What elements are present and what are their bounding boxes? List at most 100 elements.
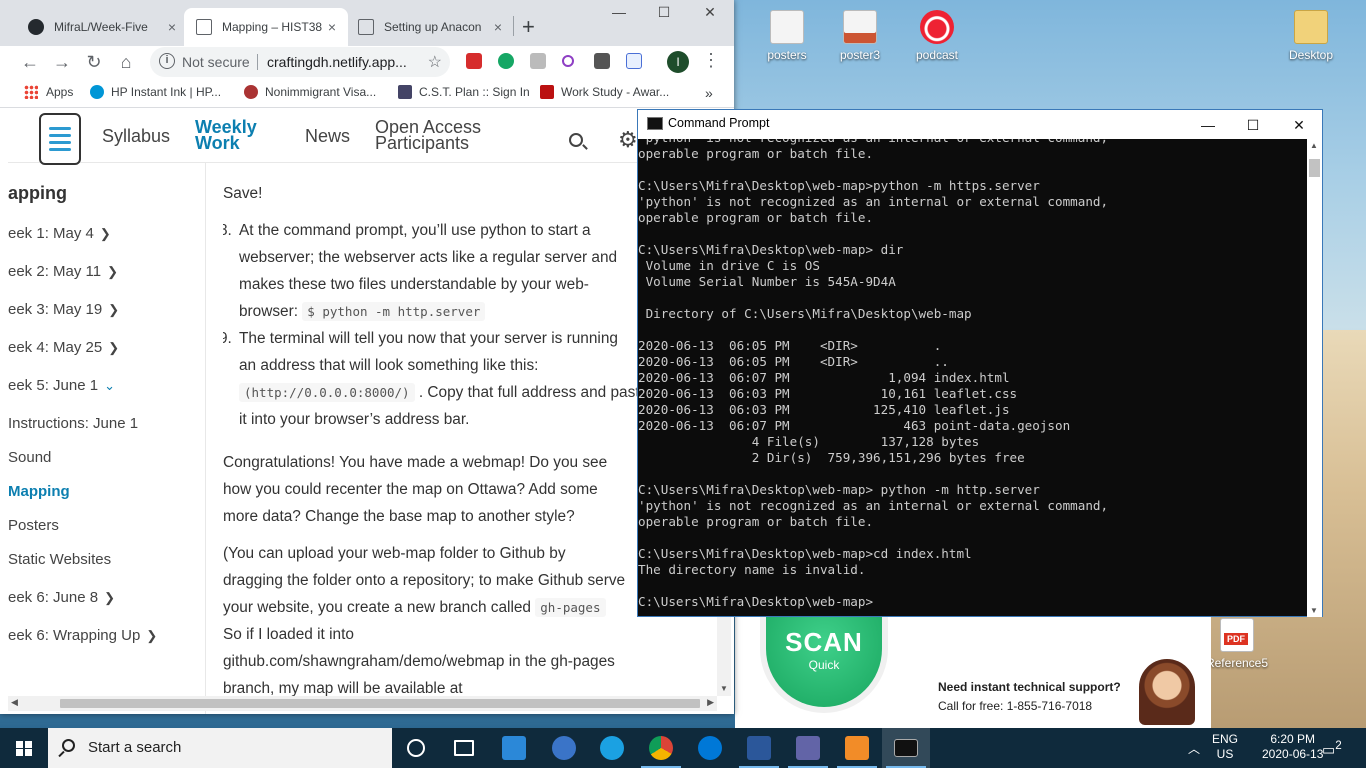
bookmark-label: HP Instant Ink | HP... bbox=[111, 85, 222, 99]
address-bar[interactable]: i Not secure craftingdh.netlify.app... ☆ bbox=[150, 47, 450, 77]
tab-anaconda[interactable]: Setting up Anacon × bbox=[346, 8, 514, 46]
step9-text: The terminal will tell you now that your… bbox=[239, 330, 618, 347]
minimize-button[interactable]: — bbox=[596, 4, 642, 30]
desktop-icon-posters[interactable]: posters bbox=[751, 10, 823, 62]
cmd-title-bar[interactable]: Command Prompt — ☐ ✕ bbox=[638, 110, 1322, 139]
chrome-app[interactable] bbox=[637, 728, 685, 768]
desktop-icon-poster3[interactable]: poster3 bbox=[824, 10, 896, 62]
close-icon[interactable]: × bbox=[168, 19, 176, 35]
scroll-down-arrow-icon[interactable]: ▼ bbox=[720, 684, 728, 693]
nav-news[interactable]: News bbox=[305, 126, 350, 147]
desktop-icon-desktop[interactable]: Desktop bbox=[1275, 10, 1347, 62]
sidebar-item-week1[interactable]: eek 1: May 4 ❯ bbox=[8, 225, 111, 242]
congrats-text: Congratulations! You have made a webmap!… bbox=[223, 454, 608, 471]
scroll-right-arrow-icon[interactable]: ▶ bbox=[707, 697, 714, 708]
url-text[interactable]: craftingdh.netlify.app... bbox=[267, 54, 417, 70]
sidebar-item-week2[interactable]: eek 2: May 11 ❯ bbox=[8, 263, 118, 280]
bookmarks-overflow-button[interactable]: » bbox=[705, 85, 713, 101]
sidebar-item-posters[interactable]: Posters bbox=[8, 517, 59, 534]
language-indicator[interactable]: ENG US bbox=[1212, 732, 1238, 762]
search-extension-icon[interactable] bbox=[562, 55, 574, 67]
horizontal-scroll-thumb[interactable] bbox=[60, 699, 700, 708]
teams-app[interactable] bbox=[784, 728, 832, 768]
home-icon[interactable]: ⌂ bbox=[114, 50, 138, 74]
new-tab-button[interactable]: + bbox=[522, 14, 535, 40]
cmd-minimize-button[interactable]: — bbox=[1185, 113, 1231, 137]
extension-dark-icon[interactable] bbox=[594, 53, 610, 69]
cmd-console[interactable]: 'python' is not recognized as an interna… bbox=[638, 139, 1307, 617]
forward-arrow-icon[interactable]: → bbox=[50, 50, 74, 74]
bookmark-workstudy[interactable]: Work Study - Awar... bbox=[540, 85, 669, 99]
task-view-button[interactable] bbox=[440, 728, 488, 768]
tab-github[interactable]: MifraL/Week-Five × bbox=[16, 8, 188, 46]
notification-center-button[interactable]: ▭2 bbox=[1322, 739, 1342, 759]
page-horizontal-scrollbar[interactable]: ◀ ▶ bbox=[8, 696, 717, 711]
sidebar-item-mapping[interactable]: Mapping bbox=[8, 483, 70, 500]
sidebar-item-week4[interactable]: eek 4: May 25 ❯ bbox=[8, 339, 119, 356]
site-logo-icon[interactable] bbox=[39, 113, 81, 165]
reload-icon[interactable]: ↻ bbox=[82, 50, 106, 74]
back-arrow-icon[interactable]: ← bbox=[18, 50, 42, 74]
maximize-button[interactable]: ☐ bbox=[641, 4, 687, 30]
grammarly-icon[interactable] bbox=[498, 53, 514, 69]
omnibox-divider bbox=[257, 54, 258, 70]
chevron-up-icon[interactable]: ︿ bbox=[1188, 740, 1200, 757]
sidebar-item-instructions[interactable]: Instructions: June 1 bbox=[8, 415, 138, 432]
desktop-icon-podcast[interactable]: podcast bbox=[901, 10, 973, 62]
nav-open-access[interactable]: Open Access Participants bbox=[375, 118, 481, 152]
bookmark-apps[interactable]: Apps bbox=[24, 85, 73, 99]
desktop-icon-reference5[interactable]: Reference5 bbox=[1201, 618, 1273, 670]
bookmark-hp[interactable]: HP Instant Ink | HP... bbox=[90, 85, 221, 99]
step8-text: makes these two files understandable by … bbox=[239, 276, 589, 293]
scroll-down-arrow-icon[interactable]: ▼ bbox=[1310, 606, 1318, 615]
cmd-close-button[interactable]: ✕ bbox=[1276, 113, 1322, 137]
word-app[interactable] bbox=[735, 728, 783, 768]
scroll-up-arrow-icon[interactable]: ▲ bbox=[1310, 141, 1318, 150]
clock[interactable]: 6:20 PM 2020-06-13 bbox=[1262, 732, 1323, 762]
sidebar-item-week5[interactable]: eek 5: June 1 ⌄ bbox=[8, 377, 115, 394]
search-icon[interactable] bbox=[569, 133, 583, 147]
bookmark-star-icon[interactable]: ☆ bbox=[428, 52, 442, 72]
menu-kebab-icon[interactable]: ⋮ bbox=[702, 50, 720, 71]
sidebar-item-static-websites[interactable]: Static Websites bbox=[8, 551, 111, 568]
edge-app[interactable] bbox=[686, 728, 734, 768]
sublime-text-app[interactable] bbox=[833, 728, 881, 768]
cortana-button[interactable] bbox=[392, 728, 440, 768]
cmd-maximize-button[interactable]: ☐ bbox=[1230, 113, 1276, 137]
bookmark-visa[interactable]: Nonimmigrant Visa... bbox=[244, 85, 376, 99]
bookmark-cst[interactable]: C.S.T. Plan :: Sign In bbox=[398, 85, 530, 99]
command-prompt-app[interactable] bbox=[882, 728, 930, 768]
step9-text: . Copy that full address and paste bbox=[418, 384, 649, 401]
mail-app[interactable] bbox=[490, 728, 538, 768]
extension-gray-icon[interactable] bbox=[530, 53, 546, 69]
folder-icon bbox=[1294, 10, 1328, 44]
quick-scan-button[interactable]: SCAN Quick bbox=[766, 615, 882, 707]
info-icon[interactable]: i bbox=[159, 53, 175, 69]
taskbar-search-box[interactable]: Start a search bbox=[48, 728, 392, 768]
profile-avatar[interactable]: I bbox=[667, 51, 689, 73]
nav-weekly-work[interactable]: Weekly Work bbox=[195, 118, 257, 152]
internet-explorer-app[interactable] bbox=[588, 728, 636, 768]
cmd-title: Command Prompt bbox=[668, 116, 770, 130]
docs-extension-icon[interactable] bbox=[626, 53, 642, 69]
sidebar-item-week3[interactable]: eek 3: May 19 ❯ bbox=[8, 301, 119, 318]
close-window-button[interactable]: ✕ bbox=[687, 4, 733, 30]
sidebar-item-week6[interactable]: eek 6: June 8 ❯ bbox=[8, 589, 115, 606]
desktop-icon-label: poster3 bbox=[839, 48, 881, 62]
cmd-scrollbar[interactable]: ▲ ▼ bbox=[1307, 139, 1322, 617]
start-button[interactable] bbox=[0, 728, 48, 768]
gear-icon[interactable]: ⚙ bbox=[618, 129, 638, 151]
apps-grid-icon bbox=[24, 85, 38, 99]
extension-red-icon[interactable] bbox=[466, 53, 482, 69]
nav-syllabus[interactable]: Syllabus bbox=[102, 126, 170, 147]
inline-code: $ python -m http.server bbox=[302, 302, 486, 321]
close-icon[interactable]: × bbox=[494, 19, 502, 35]
close-icon[interactable]: × bbox=[328, 19, 336, 35]
sidebar-item-wrapping-up[interactable]: eek 6: Wrapping Up ❯ bbox=[8, 627, 157, 644]
cmd-scroll-thumb[interactable] bbox=[1309, 159, 1320, 177]
sidebar-item-sound[interactable]: Sound bbox=[8, 449, 51, 466]
shield-icon bbox=[540, 85, 554, 99]
tab-mapping[interactable]: Mapping – HIST38 × bbox=[184, 8, 348, 46]
scroll-left-arrow-icon[interactable]: ◀ bbox=[11, 697, 18, 708]
browser-app[interactable] bbox=[540, 728, 588, 768]
